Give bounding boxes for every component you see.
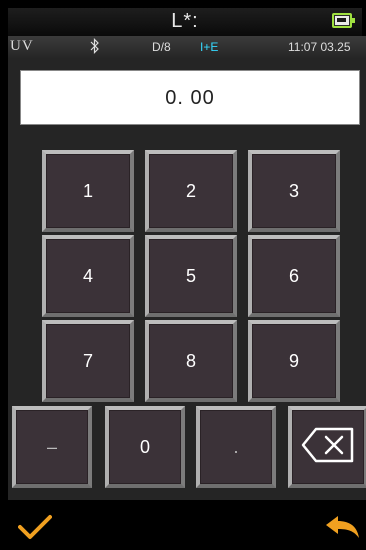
back-arrow-icon <box>326 516 359 538</box>
backspace-button[interactable] <box>288 406 366 488</box>
measure-mode-indicator: I+E <box>200 40 219 54</box>
bluetooth-icon <box>90 38 100 57</box>
geometry-indicator: D/8 <box>152 40 171 54</box>
clock: 11:07 03.25 <box>288 40 351 54</box>
key-5[interactable]: 5 <box>145 235 237 317</box>
key-6[interactable]: 6 <box>248 235 340 317</box>
key-9[interactable]: 9 <box>248 320 340 402</box>
confirm-button[interactable] <box>18 514 52 545</box>
page-title: L*: <box>171 10 199 32</box>
status-bar: UV D/8 I+E 11:07 03.25 <box>8 36 366 58</box>
checkmark-icon <box>18 515 52 539</box>
key-dot[interactable]: . <box>196 406 276 488</box>
key-2[interactable]: 2 <box>145 150 237 232</box>
backspace-icon <box>300 425 356 470</box>
keypad-panel: 0. 00 1 2 3 4 5 6 7 8 9 – 0 . <box>8 58 366 500</box>
key-3[interactable]: 3 <box>248 150 340 232</box>
key-8[interactable]: 8 <box>145 320 237 402</box>
key-0[interactable]: 0 <box>105 406 185 488</box>
device-screen: L*: UV D/8 I+E 11:07 03.25 0. 00 1 2 3 4… <box>0 0 366 550</box>
bottom-bar <box>8 500 366 550</box>
uv-indicator: UV <box>10 38 34 54</box>
battery-charging-icon <box>332 13 355 28</box>
title-bar: L*: <box>8 8 362 36</box>
back-button[interactable] <box>324 514 360 545</box>
value-display[interactable]: 0. 00 <box>20 70 360 125</box>
key-7[interactable]: 7 <box>42 320 134 402</box>
key-4[interactable]: 4 <box>42 235 134 317</box>
key-minus[interactable]: – <box>12 406 92 488</box>
key-1[interactable]: 1 <box>42 150 134 232</box>
